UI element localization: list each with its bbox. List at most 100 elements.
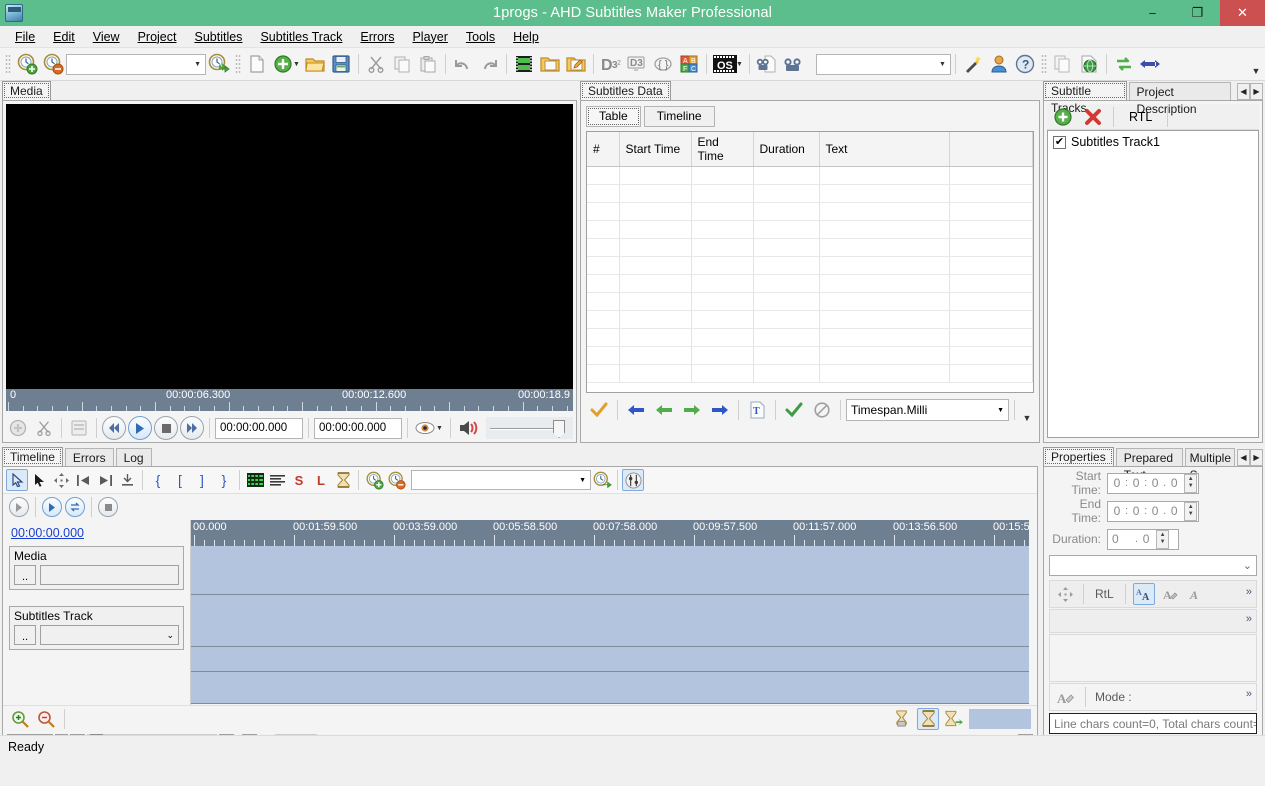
table-cell[interactable] [587, 347, 619, 365]
scissors-icon[interactable] [32, 416, 56, 440]
snap-right-icon[interactable] [94, 469, 116, 491]
find-replace-icon[interactable] [780, 51, 806, 77]
table-cell[interactable] [819, 347, 949, 365]
stop-small-icon[interactable] [98, 497, 118, 517]
tab-media[interactable]: Media [2, 81, 51, 100]
timeline-tracks-area[interactable]: 00.00000:01:59.50000:03:59.00000:05:58.5… [191, 520, 1029, 705]
table-cell[interactable] [619, 167, 691, 185]
help-icon[interactable]: ? [1012, 51, 1038, 77]
table-row[interactable] [587, 293, 1033, 311]
tab-table[interactable]: Table [586, 106, 641, 127]
new-file-icon[interactable] [244, 51, 270, 77]
l-label-icon[interactable]: L [310, 469, 332, 491]
column-duration[interactable]: Duration [753, 132, 819, 167]
media-position-field[interactable]: 00:00:00.000 [215, 418, 303, 439]
table-cell[interactable] [691, 257, 753, 275]
table-row[interactable] [587, 221, 1033, 239]
table-cell[interactable] [949, 221, 1033, 239]
toolbar-grip[interactable] [5, 54, 11, 74]
table-row[interactable] [587, 257, 1033, 275]
play-icon[interactable] [128, 416, 152, 440]
table-cell[interactable] [691, 311, 753, 329]
table-cell[interactable] [753, 347, 819, 365]
duration-spinner[interactable]: ▲▼ [1156, 530, 1169, 549]
table-row[interactable] [587, 275, 1033, 293]
secondary-toolbar-expand[interactable]: » [1246, 613, 1252, 625]
table-cell[interactable] [949, 293, 1033, 311]
move-icon[interactable] [1054, 583, 1076, 605]
go-time-icon[interactable] [591, 469, 613, 491]
web-export-icon[interactable] [1076, 51, 1102, 77]
table-cell[interactable] [587, 365, 619, 383]
volume-thumb[interactable] [553, 420, 565, 438]
hourglass-save-icon[interactable] [891, 708, 913, 730]
table-cell[interactable] [753, 167, 819, 185]
timeline-track-row[interactable] [191, 647, 1029, 672]
arrow-right-green-icon[interactable] [679, 397, 705, 423]
track-browse-button[interactable]: .. [14, 625, 36, 645]
toolbar-grip-2[interactable] [235, 54, 241, 74]
mode-expand[interactable]: » [1246, 688, 1252, 700]
table-cell[interactable] [619, 239, 691, 257]
table-cell[interactable] [753, 257, 819, 275]
rtl-toggle[interactable]: RtL [1091, 587, 1118, 601]
table-cell[interactable] [691, 347, 753, 365]
minimize-button[interactable]: − [1130, 0, 1175, 26]
tab-multiple-s[interactable]: Multiple S [1185, 448, 1235, 466]
table-cell[interactable] [691, 239, 753, 257]
paste-icon[interactable] [415, 51, 441, 77]
table-cell[interactable] [619, 329, 691, 347]
chevron-down-icon[interactable]: ▼ [436, 425, 443, 432]
table-cell[interactable] [587, 203, 619, 221]
column-start-time[interactable]: Start Time [619, 132, 691, 167]
loop-icon[interactable] [65, 497, 85, 517]
list-item[interactable]: ✔ Subtitles Track1 [1051, 134, 1255, 150]
tab-timeline[interactable]: Timeline [644, 106, 715, 127]
start-millis[interactable]: 0 [1166, 476, 1182, 490]
add-time-icon[interactable] [14, 51, 40, 77]
start-seconds[interactable]: 0 [1147, 476, 1163, 490]
paint-icon[interactable]: A [1054, 686, 1076, 708]
table-cell[interactable] [819, 311, 949, 329]
format-toolbar-expand[interactable]: » [1246, 586, 1252, 598]
table-cell[interactable] [949, 311, 1033, 329]
table-cell[interactable] [753, 293, 819, 311]
table-cell[interactable] [753, 203, 819, 221]
menu-file[interactable]: File [6, 27, 44, 47]
menu-help[interactable]: Help [504, 27, 548, 47]
delete-red-x-icon[interactable] [1080, 104, 1106, 130]
rewind-icon[interactable] [102, 416, 126, 440]
table-cell[interactable] [691, 329, 753, 347]
table-cell[interactable] [619, 365, 691, 383]
magic-wand-icon[interactable] [960, 51, 986, 77]
timeline-ruler[interactable]: 00.00000:01:59.50000:03:59.00000:05:58.5… [191, 520, 1029, 546]
waveform-icon[interactable] [244, 469, 266, 491]
table-cell[interactable] [691, 203, 753, 221]
text-document-icon[interactable]: T [744, 397, 770, 423]
braces-icon[interactable]: { } [650, 51, 676, 77]
table-row[interactable] [587, 365, 1033, 383]
orange-check-icon[interactable] [586, 397, 612, 423]
tab-prepared-text[interactable]: Prepared Text [1116, 448, 1183, 466]
end-time-spinner[interactable]: ▲▼ [1184, 502, 1197, 521]
tab-timeline-main[interactable]: Timeline [2, 447, 63, 466]
table-cell[interactable] [819, 329, 949, 347]
table-cell[interactable] [819, 185, 949, 203]
zoom-in-time-icon[interactable] [363, 469, 385, 491]
tab-errors[interactable]: Errors [65, 448, 114, 466]
open-folder-icon[interactable] [302, 51, 328, 77]
timespan-format-combo[interactable]: Timespan.Milli ▼ [846, 399, 1009, 421]
table-cell[interactable] [691, 185, 753, 203]
table-cell[interactable] [753, 311, 819, 329]
arrow-left-green-icon[interactable] [651, 397, 677, 423]
end-time-field[interactable]: 0 : 0 : 0 . 0 ▲▼ [1107, 501, 1199, 522]
track-select[interactable]: ⌄ [40, 625, 179, 645]
font-color-icon[interactable]: A [1159, 583, 1181, 605]
s-label-icon[interactable]: S [288, 469, 310, 491]
tab-nav-next[interactable]: ▶ [1250, 449, 1263, 466]
abc-blocks-icon[interactable]: ABFC [676, 51, 702, 77]
table-cell[interactable] [619, 203, 691, 221]
table-cell[interactable] [753, 275, 819, 293]
table-cell[interactable] [949, 347, 1033, 365]
column-end-time[interactable]: End Time [691, 132, 753, 167]
